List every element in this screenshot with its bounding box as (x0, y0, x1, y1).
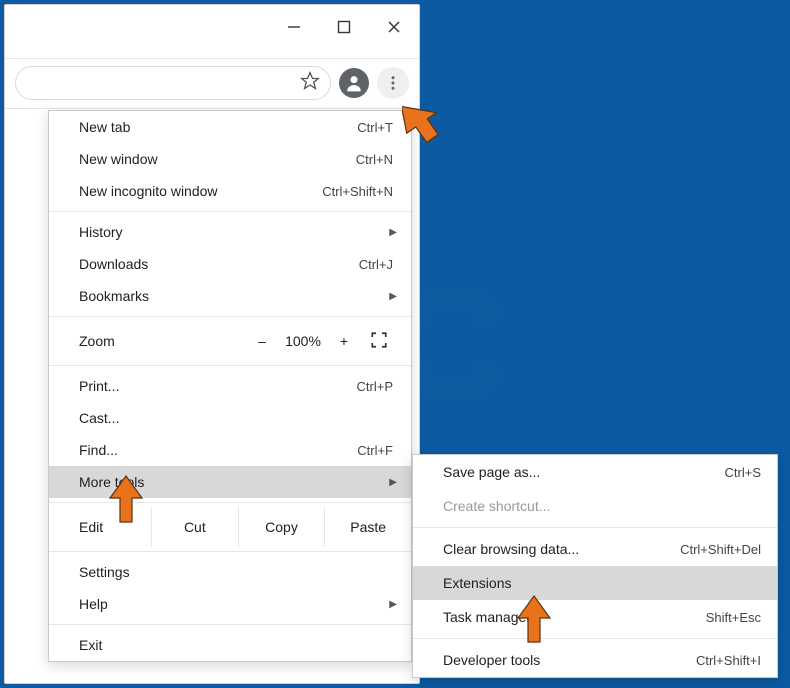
separator (413, 638, 777, 639)
more-tools-submenu: Save page as... Ctrl+S Create shortcut..… (412, 454, 778, 678)
separator (413, 527, 777, 528)
minimize-button[interactable] (269, 5, 319, 49)
maximize-button[interactable] (319, 5, 369, 49)
menu-item-accelerator: Ctrl+Shift+N (322, 184, 393, 199)
paste-button[interactable]: Paste (324, 507, 411, 547)
chevron-right-icon: ▶ (389, 227, 397, 238)
menu-item-label: New incognito window (79, 183, 322, 199)
menu-bookmarks[interactable]: Bookmarks ▶ (49, 280, 411, 312)
tabstrip (5, 49, 419, 59)
submenu-item-accelerator: Ctrl+S (725, 465, 761, 480)
menu-item-label: Downloads (79, 256, 359, 272)
main-menu: New tab Ctrl+T New window Ctrl+N New inc… (48, 110, 412, 662)
menu-item-label: New window (79, 151, 356, 167)
menu-item-label: More tools (79, 474, 393, 490)
menu-more-tools[interactable]: More tools ▶ (49, 466, 411, 498)
menu-exit[interactable]: Exit (49, 629, 411, 661)
submenu-item-label: Extensions (443, 575, 761, 591)
titlebar (5, 5, 419, 49)
menu-help[interactable]: Help ▶ (49, 588, 411, 620)
submenu-item-accelerator: Ctrl+Shift+Del (680, 542, 761, 557)
chevron-right-icon: ▶ (389, 291, 397, 302)
submenu-item-label: Clear browsing data... (443, 541, 680, 557)
menu-item-label: History (79, 224, 393, 240)
address-bar[interactable] (15, 66, 331, 100)
submenu-extensions[interactable]: Extensions (413, 566, 777, 600)
submenu-item-label: Task manager (443, 609, 706, 625)
submenu-create-shortcut[interactable]: Create shortcut... (413, 489, 777, 523)
submenu-task-manager[interactable]: Task manager Shift+Esc (413, 600, 777, 634)
submenu-dev-tools[interactable]: Developer tools Ctrl+Shift+I (413, 643, 777, 677)
menu-item-accelerator: Ctrl+T (357, 120, 393, 135)
cut-button[interactable]: Cut (151, 507, 238, 547)
menu-item-accelerator: Ctrl+P (357, 379, 393, 394)
zoom-out-button[interactable]: – (245, 333, 279, 349)
copy-button[interactable]: Copy (238, 507, 325, 547)
menu-find[interactable]: Find... Ctrl+F (49, 434, 411, 466)
separator (49, 502, 411, 503)
menu-item-label: Help (79, 596, 393, 612)
close-button[interactable] (369, 5, 419, 49)
more-menu-button[interactable] (377, 67, 409, 99)
menu-downloads[interactable]: Downloads Ctrl+J (49, 248, 411, 280)
menu-item-label: Exit (79, 637, 393, 653)
separator (49, 316, 411, 317)
zoom-percentage: 100% (279, 333, 327, 349)
submenu-item-label: Developer tools (443, 652, 696, 668)
separator (49, 551, 411, 552)
menu-settings[interactable]: Settings (49, 556, 411, 588)
menu-zoom-row: Zoom – 100% + (49, 321, 411, 361)
submenu-save-page[interactable]: Save page as... Ctrl+S (413, 455, 777, 489)
submenu-item-accelerator: Ctrl+Shift+I (696, 653, 761, 668)
chevron-right-icon: ▶ (389, 477, 397, 488)
edit-label: Edit (79, 519, 151, 535)
chevron-right-icon: ▶ (389, 599, 397, 610)
menu-edit-row: Edit Cut Copy Paste (49, 507, 411, 547)
menu-cast[interactable]: Cast... (49, 402, 411, 434)
separator (49, 624, 411, 625)
fullscreen-button[interactable] (361, 331, 397, 352)
menu-item-label: Bookmarks (79, 288, 393, 304)
menu-item-label: New tab (79, 119, 357, 135)
submenu-clear-data[interactable]: Clear browsing data... Ctrl+Shift+Del (413, 532, 777, 566)
menu-item-accelerator: Ctrl+N (356, 152, 393, 167)
menu-print[interactable]: Print... Ctrl+P (49, 370, 411, 402)
menu-item-accelerator: Ctrl+F (357, 443, 393, 458)
zoom-in-button[interactable]: + (327, 333, 361, 349)
submenu-item-accelerator: Shift+Esc (706, 610, 761, 625)
star-icon[interactable] (300, 71, 320, 96)
menu-item-accelerator: Ctrl+J (359, 257, 393, 272)
menu-item-label: Cast... (79, 410, 393, 426)
menu-new-tab[interactable]: New tab Ctrl+T (49, 111, 411, 143)
zoom-label: Zoom (79, 333, 245, 349)
menu-item-label: Find... (79, 442, 357, 458)
menu-new-window[interactable]: New window Ctrl+N (49, 143, 411, 175)
menu-item-label: Settings (79, 564, 393, 580)
separator (49, 365, 411, 366)
menu-item-label: Print... (79, 378, 357, 394)
submenu-item-label: Save page as... (443, 464, 725, 480)
submenu-item-label: Create shortcut... (443, 498, 761, 514)
menu-new-incognito[interactable]: New incognito window Ctrl+Shift+N (49, 175, 411, 207)
separator (49, 211, 411, 212)
profile-icon[interactable] (339, 68, 369, 98)
toolbar (5, 59, 419, 107)
menu-history[interactable]: History ▶ (49, 216, 411, 248)
